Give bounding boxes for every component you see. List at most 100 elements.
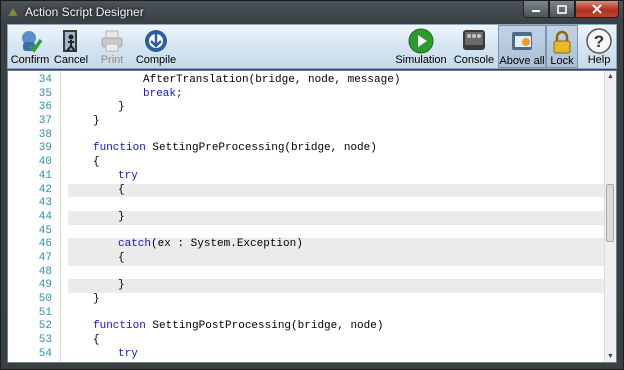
code-line[interactable]: 38 <box>8 129 606 143</box>
code-text[interactable]: function SettingPreProcessing(bridge, no… <box>68 142 606 156</box>
code-text[interactable]: try <box>68 170 606 184</box>
window-title: Action Script Designer <box>25 5 144 19</box>
above-all-button[interactable]: Above all <box>498 25 546 68</box>
compile-icon <box>145 30 167 52</box>
code-line[interactable]: 34 AfterTranslation(bridge, node, message… <box>8 74 606 88</box>
app-window: Action Script Designer Confirm Cancel Pr… <box>0 0 624 370</box>
code-line[interactable]: 51 <box>8 307 606 321</box>
code-text[interactable]: } <box>68 279 606 293</box>
close-button[interactable] <box>575 1 619 18</box>
line-number: 40 <box>38 156 52 169</box>
title-bar[interactable]: Action Script Designer <box>1 1 623 23</box>
close-icon <box>592 4 602 14</box>
minimize-icon <box>532 10 540 12</box>
code-line[interactable]: 48 <box>8 265 606 280</box>
simulation-button[interactable]: Simulation <box>394 25 448 68</box>
code-text[interactable]: } <box>68 293 606 307</box>
code-text[interactable] <box>68 307 606 321</box>
line-number: 36 <box>38 101 52 114</box>
cancel-button[interactable]: Cancel <box>52 25 90 68</box>
line-number: 41 <box>38 169 52 182</box>
scroll-thumb[interactable] <box>606 184 614 242</box>
code-text[interactable]: { <box>68 156 606 170</box>
app-icon <box>8 8 18 16</box>
maximize-button[interactable] <box>549 1 575 18</box>
line-number: 53 <box>38 334 52 347</box>
line-number: 48 <box>38 265 52 278</box>
code-line[interactable]: 42 { <box>8 183 606 198</box>
caption-buttons <box>523 1 619 19</box>
console-icon <box>463 30 485 50</box>
code-line[interactable]: 54 try <box>8 348 606 362</box>
compile-label: Compile <box>135 54 177 66</box>
line-number: 35 <box>38 87 52 100</box>
code-line[interactable]: 41 try <box>8 170 606 184</box>
code-text[interactable]: AfterTranslation(bridge, node, message) <box>68 74 606 88</box>
code-line[interactable]: 39 function SettingPreProcessing(bridge, … <box>8 142 606 156</box>
scroll-down-arrow-icon[interactable]: ▼ <box>605 351 616 362</box>
console-button[interactable]: Console <box>452 25 496 68</box>
code-line[interactable]: 52 function SettingPostProcessing(bridge,… <box>8 320 606 334</box>
line-number: 43 <box>38 197 52 210</box>
code-text[interactable] <box>68 265 606 280</box>
line-number: 46 <box>38 238 52 251</box>
line-number: 49 <box>38 279 52 292</box>
code-line[interactable]: 49} <box>8 279 606 293</box>
confirm-button[interactable]: Confirm <box>10 25 50 68</box>
code-line[interactable]: 37} <box>8 115 606 129</box>
console-label: Console <box>453 54 495 66</box>
above-all-label: Above all <box>499 55 545 67</box>
code-text[interactable]: { <box>68 334 606 348</box>
toolbar: Confirm Cancel Print Compile Simulation … <box>7 24 617 69</box>
code-line[interactable]: 43 <box>8 197 606 211</box>
print-icon <box>101 30 123 52</box>
code-text[interactable]: } <box>68 101 606 115</box>
code-text[interactable]: try <box>68 348 606 362</box>
code-text[interactable] <box>68 197 606 211</box>
svg-text:?: ? <box>594 32 604 51</box>
scroll-up-arrow-icon[interactable]: ▲ <box>605 71 616 82</box>
line-number: 54 <box>38 347 52 360</box>
line-number: 47 <box>38 251 52 264</box>
cancel-icon <box>63 30 77 52</box>
print-button[interactable]: Print <box>94 25 130 68</box>
help-icon: ? <box>586 28 612 54</box>
code-text[interactable] <box>68 225 606 239</box>
code-lines[interactable]: 34 AfterTranslation(bridge, node, message… <box>8 74 606 361</box>
code-line[interactable]: 50} <box>8 293 606 307</box>
vertical-scrollbar[interactable]: ▲ ▼ <box>604 71 616 362</box>
code-line[interactable]: 36} <box>8 101 606 115</box>
line-number: 34 <box>38 74 52 86</box>
confirm-icon <box>22 31 43 53</box>
code-editor[interactable]: 34 AfterTranslation(bridge, node, message… <box>7 70 617 363</box>
minimize-button[interactable] <box>523 1 549 18</box>
code-text[interactable] <box>68 129 606 143</box>
lock-button[interactable]: Lock <box>546 25 578 68</box>
code-line[interactable]: 40 { <box>8 156 606 170</box>
code-text[interactable]: catch(ex : System.Exception) <box>68 238 606 252</box>
maximize-icon <box>557 4 567 14</box>
code-line[interactable]: 45 <box>8 225 606 239</box>
code-line[interactable]: 53 { <box>8 334 606 348</box>
code-text[interactable]: break; <box>68 88 606 102</box>
line-number: 42 <box>38 183 52 196</box>
line-number: 50 <box>38 293 52 305</box>
line-number: 45 <box>38 224 52 237</box>
simulation-label: Simulation <box>395 54 447 66</box>
code-line[interactable]: 47 { <box>8 251 606 266</box>
code-line[interactable]: 44} <box>8 210 606 225</box>
line-number: 51 <box>38 306 52 319</box>
lock-label: Lock <box>550 55 574 67</box>
help-button[interactable]: ? Help <box>582 25 616 68</box>
code-text[interactable]: { <box>68 251 606 266</box>
code-text[interactable]: function SettingPostProcessing(bridge, n… <box>68 320 606 334</box>
print-label: Print <box>100 54 124 66</box>
lock-icon <box>553 30 571 54</box>
code-line[interactable]: 35 break; <box>8 88 606 102</box>
code-line[interactable]: 46 catch(ex : System.Exception) <box>8 238 606 252</box>
code-text[interactable]: } <box>68 115 606 129</box>
cancel-label: Cancel <box>53 54 89 66</box>
code-text[interactable]: { <box>68 183 606 198</box>
compile-button[interactable]: Compile <box>134 25 178 68</box>
code-text[interactable]: } <box>68 210 606 225</box>
